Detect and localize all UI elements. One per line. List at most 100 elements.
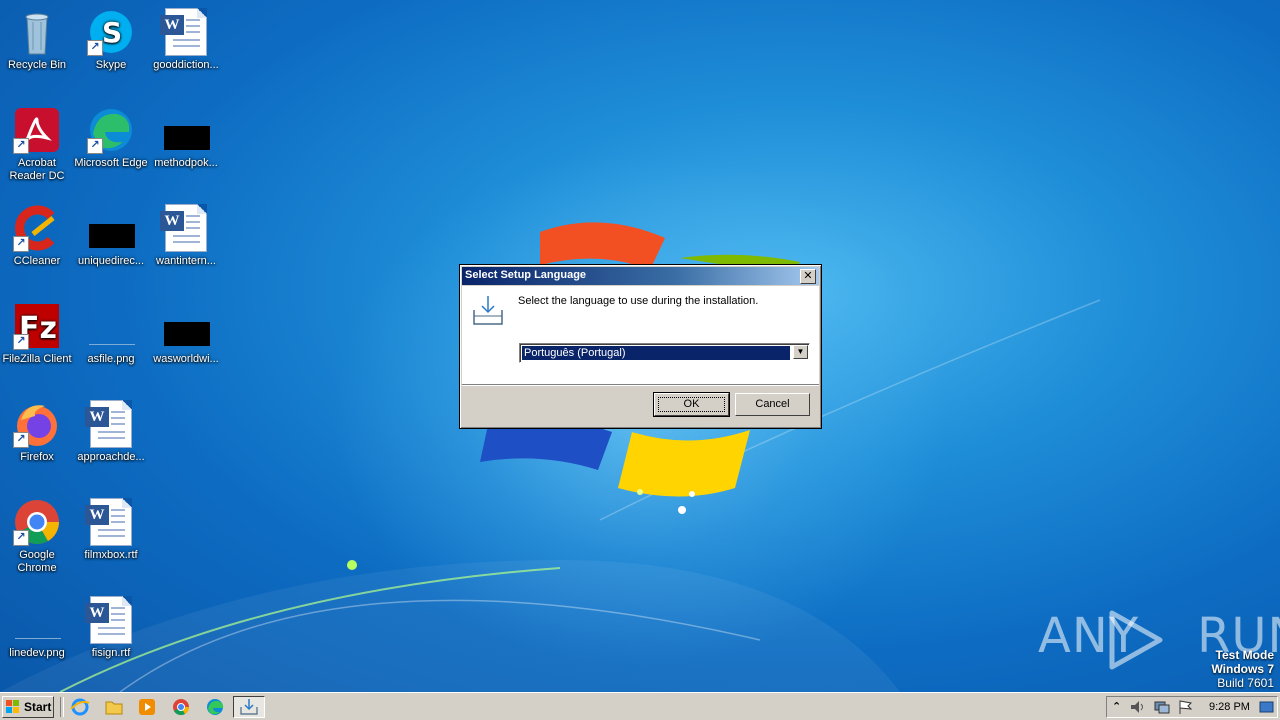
desktop-icon-recycle-bin[interactable]: Recycle Bin [0,4,74,72]
ok-button[interactable]: OK [653,392,730,417]
test-mode-label: Test Mode [1215,648,1274,662]
windows-flag-icon [6,700,19,713]
desktop-icon-methodpok[interactable]: methodpok... [149,102,223,170]
desktop-icon-chrome[interactable]: ↗ Google Chrome [0,494,74,575]
desktop-icon-label: CCleaner [13,255,61,267]
build-label: Build 7601 [1217,676,1274,690]
shortcut-arrow-icon: ↗ [13,138,29,154]
chrome-icon[interactable] [170,697,192,717]
desktop-icon-skype[interactable]: S ↗ Skype [74,4,148,72]
language-dropdown[interactable]: Português (Portugal) ▼ [519,343,810,363]
shortcut-arrow-icon: ↗ [13,530,29,546]
desktop-icon-uniquedirec[interactable]: uniquedirec... [74,200,148,268]
network-icon[interactable] [1153,699,1171,715]
desktop-icon-label: fisign.rtf [91,647,131,659]
firefox-icon: ↗ [13,400,61,448]
desktop-icon-label: Skype [95,59,127,71]
desktop-icon-approachde[interactable]: W approachde... [74,396,148,464]
system-tray: ⌃ 9:28 PM [1106,696,1278,718]
shortcut-arrow-icon: ↗ [13,334,29,350]
explorer-folder-icon[interactable] [103,697,125,717]
os-version-label: Windows 7 [1211,662,1274,676]
desktop-icon-firefox[interactable]: ↗ Firefox [0,396,74,464]
select-language-dialog: Select Setup Language ✕ Select the langu… [459,264,822,429]
desktop-icon-gooddiction[interactable]: W gooddiction... [149,4,223,72]
edge-icon[interactable] [204,697,226,717]
desktop-icon-label: linedev.png [9,647,65,659]
install-icon [240,699,258,715]
shortcut-arrow-icon: ↗ [13,236,29,252]
black-file-icon [87,204,135,252]
png-file-icon [87,302,135,350]
desktop-icon-label: gooddiction... [153,59,219,71]
dialog-titlebar[interactable]: Select Setup Language ✕ [462,267,819,285]
desktop-icon-label: Firefox [20,451,54,463]
acrobat-reader-icon: ↗ [13,106,61,154]
desktop-icon-label: Acrobat Reader DC [9,157,65,182]
desktop-icon-edge[interactable]: ↗ Microsoft Edge [74,102,148,170]
desktop-icon-label: wasworldwi... [153,353,219,365]
word-document-icon: W [160,204,210,252]
desktop-icon-label: FileZilla Client [2,353,72,365]
black-file-icon [162,302,210,350]
dialog-prompt: Select the language to use during the in… [518,295,759,307]
word-document-icon: W [85,498,135,546]
svg-text:S: S [102,16,122,49]
focus-rect [658,397,725,412]
clock[interactable]: 9:28 PM [1209,701,1250,713]
desktop-icon-fisign[interactable]: W fisign.rtf [74,592,148,660]
desktop-icon-label: wantintern... [156,255,216,267]
show-desktop-icon[interactable] [1259,699,1275,715]
recycle-bin-icon [13,8,61,56]
start-button-label: Start [24,700,52,714]
tray-expand-icon[interactable]: ⌃ [1112,700,1121,713]
word-document-icon: W [85,400,135,448]
close-button[interactable]: ✕ [800,269,816,284]
install-icon [473,296,503,325]
chrome-icon: ↗ [13,498,61,546]
test-mode-notice: Test Mode Windows 7 Build 7601 [1211,648,1274,690]
desktop-icon-label: Recycle Bin [7,59,67,71]
shortcut-arrow-icon: ↗ [13,432,29,448]
play-icon [1109,610,1163,670]
dialog-separator [462,384,819,386]
media-player-icon[interactable] [136,697,158,717]
desktop-icon-label: methodpok... [154,157,218,169]
taskbar: Start ⌃ 9:28 PM [0,692,1280,720]
desktop-icon-asfile[interactable]: asfile.png [74,298,148,366]
shortcut-arrow-icon: ↗ [87,138,103,154]
cancel-button-label: Cancel [755,398,790,410]
skype-icon: S ↗ [87,8,135,56]
ccleaner-icon: ↗ [13,204,61,252]
desktop-icon-filezilla[interactable]: Fz ↗ FileZilla Client [0,298,74,366]
black-file-icon [162,106,210,154]
chevron-down-icon[interactable]: ▼ [793,345,808,359]
taskbar-divider [60,697,64,717]
edge-icon: ↗ [87,106,135,154]
desktop-icon-linedev[interactable]: linedev.png [0,592,74,660]
language-dropdown-value: Português (Portugal) [521,345,791,361]
start-button[interactable]: Start [2,696,54,718]
desktop-icon-acrobat[interactable]: ↗ Acrobat Reader DC [0,102,74,183]
desktop-icon-wantintern[interactable]: W wantintern... [149,200,223,268]
desktop-icon-filmxbox[interactable]: W filmxbox.rtf [74,494,148,562]
desktop-icon-ccleaner[interactable]: ↗ CCleaner [0,200,74,268]
taskbar-setup-button[interactable] [233,696,265,718]
png-file-icon [13,596,61,644]
cancel-button[interactable]: Cancel [735,393,810,416]
desktop-icon-label: filmxbox.rtf [84,549,138,561]
dialog-body: Select the language to use during the in… [462,286,819,384]
desktop-icon-wasworldwi[interactable]: wasworldwi... [149,298,223,366]
speaker-icon[interactable] [1129,699,1147,715]
dialog-title: Select Setup Language [465,269,587,281]
desktop-icon-label: uniquedirec... [77,255,145,267]
word-document-icon: W [85,596,135,644]
internet-explorer-icon[interactable] [69,697,91,717]
desktop-icon-label: Google Chrome [17,549,57,574]
desktop-icon-label: asfile.png [87,353,135,365]
desktop-icon-label: Microsoft Edge [74,157,148,169]
shortcut-arrow-icon: ↗ [87,40,103,56]
action-center-flag-icon[interactable] [1177,699,1195,715]
word-document-icon: W [160,8,210,56]
filezilla-icon: Fz ↗ [13,302,61,350]
